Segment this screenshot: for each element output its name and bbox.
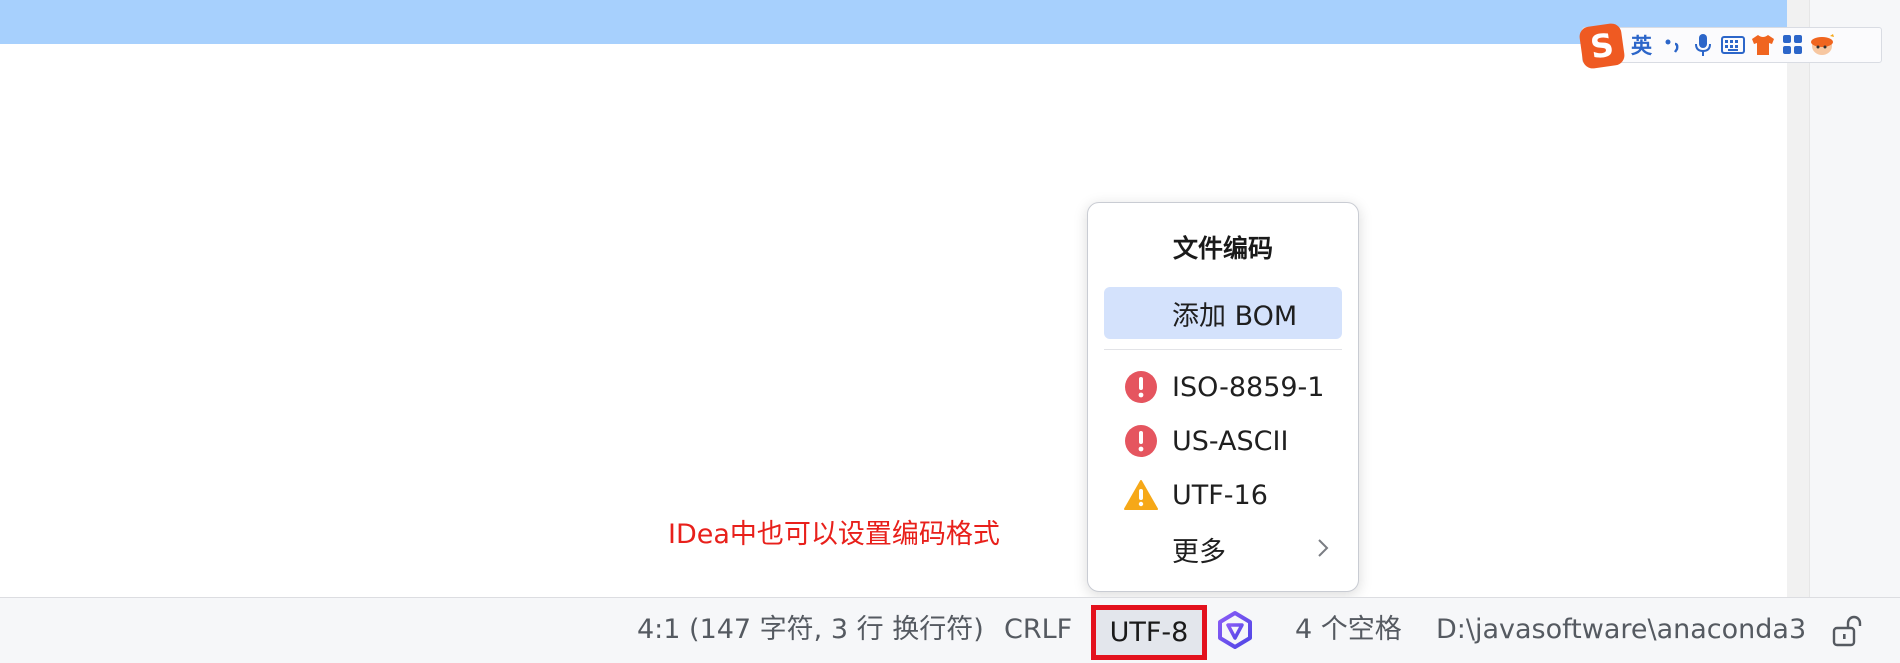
unlock-icon[interactable] [1831, 614, 1863, 648]
annotation-text: IDea中也可以设置编码格式 [668, 519, 1000, 550]
encoding-option-iso-8859-1[interactable]: ISO-8859-1 [1104, 361, 1342, 413]
microphone-icon[interactable] [1688, 30, 1718, 60]
interpreter-path[interactable]: D:\javasoftware\anaconda3 [1436, 610, 1806, 650]
indent-setting[interactable]: 4 个空格 [1295, 610, 1402, 650]
ime-toolbar[interactable]: S 英 [1578, 22, 1882, 70]
ai-assistant-icon[interactable] [1215, 610, 1255, 650]
popup-divider [1104, 349, 1342, 350]
window-top-bar [0, 0, 1809, 44]
warning-icon [1124, 478, 1158, 512]
editor-scroll-gutter[interactable] [1787, 0, 1809, 597]
encoding-option-label: UTF-16 [1172, 479, 1268, 511]
error-icon [1124, 424, 1158, 458]
line-ending[interactable]: CRLF [1004, 610, 1072, 650]
encoding-option-label: US-ASCII [1172, 425, 1289, 457]
file-encoding-popup: 文件编码 添加 BOM ISO-8859-1 US-ASCII UTF-16 更… [1087, 202, 1359, 592]
sogou-logo-icon[interactable]: S [1578, 22, 1626, 70]
encoding-option-us-ascii[interactable]: US-ASCII [1104, 415, 1342, 467]
error-icon [1124, 370, 1158, 404]
keyboard-icon[interactable] [1718, 30, 1748, 60]
skin-icon[interactable] [1748, 30, 1778, 60]
mascot-icon[interactable] [1808, 30, 1838, 60]
more-encodings-option[interactable]: 更多 [1104, 523, 1342, 575]
add-bom-label: 添加 BOM [1172, 300, 1298, 332]
encoding-option-utf-16[interactable]: UTF-16 [1104, 469, 1342, 521]
toolbox-icon[interactable] [1778, 30, 1808, 60]
add-bom-option[interactable]: 添加 BOM [1104, 287, 1342, 339]
cursor-position[interactable]: 4:1 (147 字符, 3 行 换行符) [637, 610, 984, 650]
right-tool-strip [1809, 0, 1900, 597]
ime-language-toggle[interactable]: 英 [1631, 30, 1652, 60]
popup-title: 文件编码 [1172, 234, 1273, 263]
status-bar: 4:1 (147 字符, 3 行 换行符) CRLF UTF-8 4 个空格 D… [0, 597, 1900, 663]
file-encoding-widget[interactable]: UTF-8 [1091, 605, 1207, 660]
encoding-option-label: ISO-8859-1 [1172, 371, 1325, 403]
punctuation-icon[interactable] [1658, 30, 1688, 60]
chevron-right-icon [1316, 533, 1330, 566]
more-label: 更多 [1172, 536, 1226, 568]
